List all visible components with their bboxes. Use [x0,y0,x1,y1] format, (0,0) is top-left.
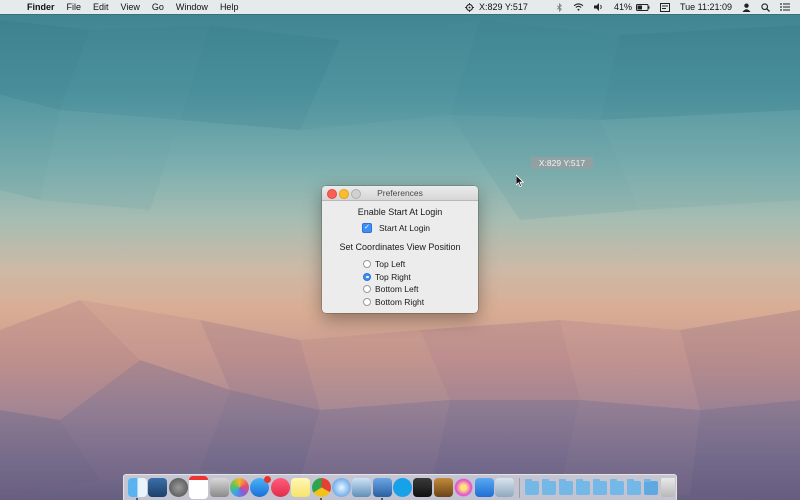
calendar-icon[interactable] [189,476,209,499]
trash-icon[interactable] [660,478,675,497]
volume-icon[interactable] [589,3,609,11]
close-button[interactable] [327,189,337,199]
coordinates-status-item[interactable]: X:829 Y:517 [460,0,533,14]
radio-button[interactable] [363,260,371,268]
radio-button[interactable] [363,297,371,306]
app-menu-finder[interactable]: Finder [21,0,61,14]
crosshair-icon [465,2,475,12]
finder-icon[interactable] [128,478,147,500]
battery-percent: 41% [613,2,632,12]
battery-status-item[interactable]: 41% [609,0,655,14]
tool-icon[interactable] [413,478,433,497]
menu-help[interactable]: Help [214,0,245,14]
radio-bottom-right[interactable]: Bottom Right [363,297,424,307]
menu-view[interactable]: View [115,0,146,14]
safari-icon[interactable] [331,478,351,497]
skype-icon[interactable] [393,478,413,497]
documents-folder-icon[interactable] [542,478,557,495]
flower-icon[interactable] [454,478,474,497]
notification-center-icon[interactable] [775,3,800,11]
menu-bar: Finder File Edit View Go Window Help X:8… [0,0,800,14]
radio-label-top-left: Top Left [375,259,406,269]
position-section-title: Set Coordinates View Position [339,242,461,252]
menu-go[interactable]: Go [146,0,170,14]
radio-top-right[interactable]: Top Right [363,272,411,282]
mission-control-icon[interactable] [148,478,168,497]
radio-label-bottom-left: Bottom Left [375,284,419,294]
clock-text[interactable]: Tue 11:21:09 [675,0,737,14]
start-at-login-checkbox[interactable]: ✓ [362,223,372,233]
coordinates-status-text: X:829 Y:517 [479,2,528,12]
downloads-folder-icon[interactable] [559,478,573,495]
menu-file[interactable]: File [61,0,88,14]
zoom-button[interactable] [351,189,361,199]
downloads-stack-icon[interactable] [643,478,658,495]
bluetooth-icon[interactable] [551,2,568,12]
dock-separator [519,477,521,498]
wifi-icon[interactable] [568,3,589,11]
applications-folder-icon[interactable] [525,478,540,495]
battery-icon [635,3,650,11]
preferences-window: Preferences Enable Start At Login ✓ Star… [322,186,478,313]
notes-icon[interactable] [291,478,311,497]
app-store-icon[interactable] [250,476,272,497]
radio-button-selected[interactable] [363,272,371,281]
login-section-title: Enable Start At Login [357,207,443,217]
folder-icon[interactable] [592,478,607,495]
dock [123,474,677,500]
coordinate-overlay-label: X:829 Y:517 [531,157,593,169]
itunes-icon[interactable] [270,478,290,497]
folder-icon[interactable] [575,478,590,495]
radio-button[interactable] [363,285,371,293]
chrome-icon[interactable] [311,478,331,500]
spotlight-icon[interactable] [756,2,775,12]
dropbox-icon[interactable] [474,478,494,497]
start-at-login-label: Start At Login [379,223,431,233]
folder-icon[interactable] [626,478,641,495]
automator-icon[interactable] [433,478,453,497]
menu-window[interactable]: Window [170,0,214,14]
window-titlebar[interactable]: Preferences [322,186,478,201]
system-preferences-icon[interactable] [168,478,188,497]
folder-icon[interactable] [609,478,624,495]
mouse-cursor-icon [515,174,525,192]
radio-top-left[interactable]: Top Left [363,259,405,269]
photos-icon[interactable] [229,478,249,497]
radio-label-top-right: Top Right [375,271,411,282]
box-icon[interactable] [495,478,515,497]
preview-icon[interactable] [352,478,372,497]
mail-stamps-icon[interactable] [209,478,229,497]
minimize-button[interactable] [339,189,349,199]
radio-label-bottom-right: Bottom Right [375,296,425,307]
start-at-login-checkbox-row[interactable]: ✓ Start At Login [362,223,430,233]
xcode-icon[interactable] [372,478,392,500]
input-menu-icon[interactable] [655,2,675,12]
menu-edit[interactable]: Edit [87,0,115,14]
radio-bottom-left[interactable]: Bottom Left [363,284,418,294]
user-icon[interactable] [737,3,756,12]
